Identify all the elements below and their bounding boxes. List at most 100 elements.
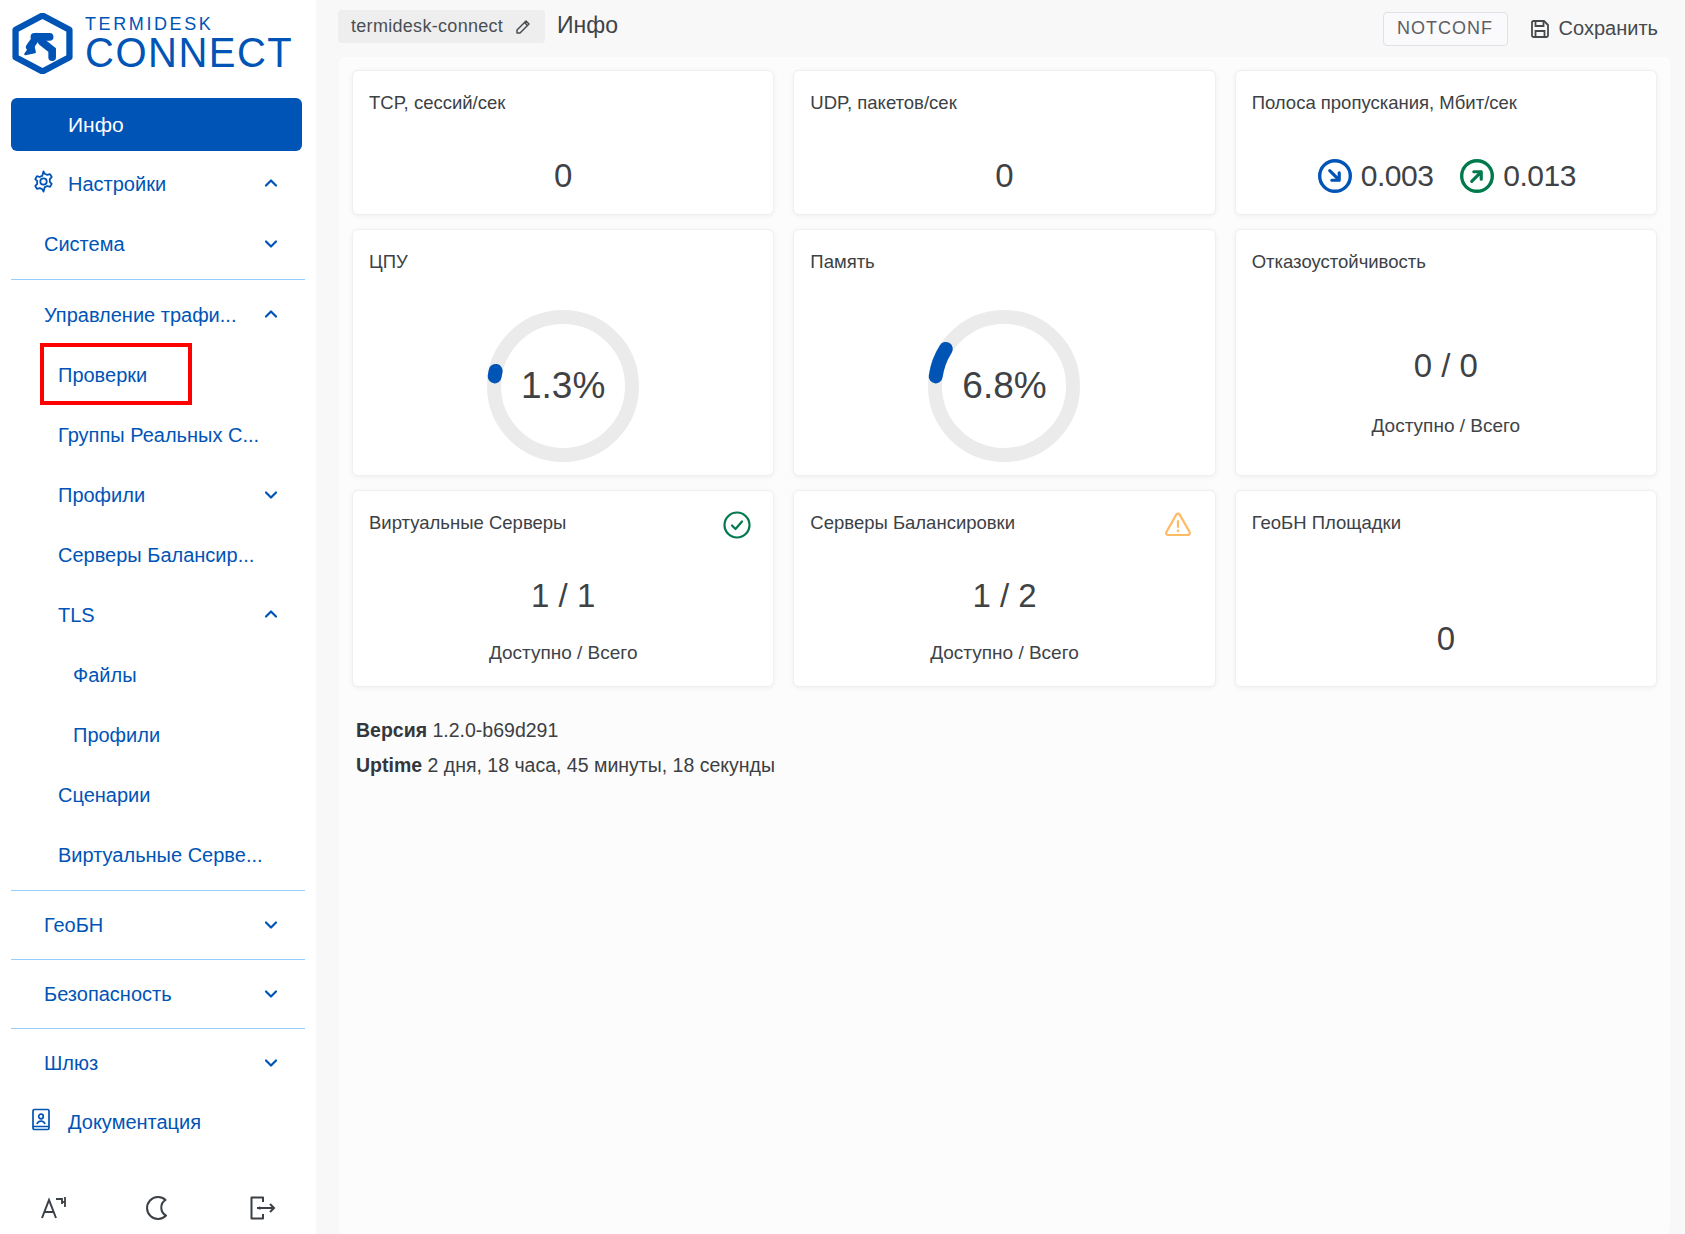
sidebar-item-documentation[interactable]: Документация [0,1092,316,1152]
sidebar-item-label: Группы Реальных С... [58,424,259,447]
save-floppy-icon [1529,18,1551,40]
sidebar-item-label: Профили [58,484,145,507]
bandwidth-out-value: 0.013 [1503,159,1576,193]
upload-arrow-icon [1458,157,1496,195]
sidebar-item-settings[interactable]: Настройки [0,154,316,214]
dashboard-panel: TCP, сессий/сек 0 UDP, пакетов/сек 0 Пол… [339,57,1670,1234]
card-balancing-servers-title: Серверы Балансировки [810,512,1015,534]
gear-icon [31,169,56,199]
book-icon [31,1108,51,1137]
card-geobn-sites: ГеоБН Площадки 0 [1235,490,1657,687]
uptime-value: 2 дня, 18 часа, 45 минуты, 18 секунды [428,754,775,776]
sidebar-divider [11,1028,305,1029]
sidebar-item-geobn[interactable]: ГеоБН [0,896,316,954]
sidebar-item-label: Управление трафи... [44,304,236,327]
chevron-down-icon[interactable] [263,484,279,507]
sidebar-item-gateway[interactable]: Шлюз [0,1034,316,1092]
warning-triangle-icon [1163,511,1193,539]
sidebar-item-label: Шлюз [44,1052,98,1075]
uptime-label: Uptime [356,754,422,776]
sidebar-item-balancing-servers[interactable]: Серверы Балансир... [0,525,316,585]
edit-pencil-icon[interactable] [514,18,532,36]
sidebar-item-scenarios[interactable]: Сценарии [0,765,316,825]
card-memory-title: Память [810,251,874,273]
card-bandwidth: Полоса пропускания, Мбит/сек 0.003 [1235,70,1657,215]
save-label: Сохранить [1559,17,1658,40]
instance-name: termidesk-connect [351,16,503,37]
sidebar-item-security[interactable]: Безопасность [0,965,316,1023]
sidebar-item-system[interactable]: Система [0,214,316,274]
instance-name-chip[interactable]: termidesk-connect [338,10,545,43]
download-arrow-icon [1316,157,1354,195]
brand-line2: CONNECT [85,35,293,70]
card-udp: UDP, пакетов/сек 0 [793,70,1215,215]
logout-icon[interactable] [243,1188,283,1228]
card-tcp: TCP, сессий/сек 0 [352,70,774,215]
card-cpu: ЦПУ 1.3% [352,229,774,476]
sidebar-item-tls-files[interactable]: Файлы [0,645,316,705]
sidebar-item-label: Документация [68,1111,201,1134]
sidebar-item-tls[interactable]: TLS [0,585,316,645]
brand-text: TERMIDESK CONNECT [85,14,293,68]
uptime-line: Uptime 2 дня, 18 часа, 45 минуты, 18 сек… [356,748,775,783]
sidebar-item-checks[interactable]: Проверки [0,345,316,405]
sidebar-item-label: Настройки [68,173,166,196]
chevron-up-icon[interactable] [263,304,279,327]
page-title: Инфо [557,12,618,39]
card-geobn-sites-value: 0 [1236,620,1656,658]
sidebar-item-label: Виртуальные Серве... [58,844,263,867]
sidebar-divider [11,890,305,891]
version-value: 1.2.0-b69d291 [432,719,558,741]
chevron-up-icon[interactable] [263,604,279,627]
chevron-down-icon[interactable] [263,1052,279,1075]
sidebar-nav: Настройки Система Управление трафи... Прове… [0,154,316,1152]
sidebar-item-label: Безопасность [44,983,172,1006]
sidebar-item-tls-profiles[interactable]: Профили [0,705,316,765]
card-failover-title: Отказоустойчивость [1252,251,1426,273]
sidebar-divider [11,279,305,280]
sidebar-item-label: Файлы [73,664,137,687]
card-tcp-title: TCP, сессий/сек [369,92,505,114]
main-area: termidesk-connect Инфо NOTCONF Сохранить… [316,0,1685,1234]
chevron-down-icon[interactable] [263,914,279,937]
sidebar-item-info[interactable]: Инфо [11,98,302,151]
sidebar-item-label: Система [44,233,125,256]
chevron-up-icon[interactable] [263,173,279,196]
language-icon[interactable] [33,1188,73,1228]
version-label: Версия [356,719,427,741]
sidebar-item-label: TLS [58,604,95,627]
save-button[interactable]: Сохранить [1529,17,1658,40]
card-geobn-sites-title: ГеоБН Площадки [1252,512,1401,534]
version-info: Версия 1.2.0-b69d291 Uptime 2 дня, 18 ча… [356,713,775,783]
sidebar-item-traffic-management[interactable]: Управление трафи... [0,285,316,345]
termidesk-logo-icon [12,13,73,74]
card-cpu-title: ЦПУ [369,251,408,273]
sidebar-divider [11,959,305,960]
card-udp-title: UDP, пакетов/сек [810,92,956,114]
chevron-down-icon[interactable] [263,983,279,1006]
card-tcp-value: 0 [353,157,773,195]
version-line: Версия 1.2.0-b69d291 [356,713,775,748]
card-failover-label: Доступно / Всего [1236,415,1656,437]
bandwidth-in-value: 0.003 [1361,159,1434,193]
sidebar-item-label: ГеоБН [44,914,103,937]
card-balancing-servers-value: 1 / 2 [794,577,1214,615]
cpu-gauge-value: 1.3% [483,365,643,407]
sidebar-item-label: Сценарии [58,784,150,807]
sidebar: TERMIDESK CONNECT Инфо Настройки Система У… [0,0,316,1234]
notconf-button[interactable]: NOTCONF [1383,12,1508,46]
sidebar-item-real-server-groups[interactable]: Группы Реальных С... [0,405,316,465]
sidebar-item-label: Проверки [58,364,147,387]
card-virtual-servers-label: Доступно / Всего [353,642,773,664]
sidebar-item-label: Серверы Балансир... [58,544,254,567]
card-bandwidth-title: Полоса пропускания, Мбит/сек [1252,92,1517,114]
ok-check-icon [723,511,751,539]
card-balancing-servers-label: Доступно / Всего [794,642,1214,664]
card-balancing-servers: Серверы Балансировки 1 / 2 Доступно / Вс… [793,490,1215,687]
sidebar-item-profiles[interactable]: Профили [0,465,316,525]
sidebar-item-virtual-servers[interactable]: Виртуальные Серве... [0,825,316,885]
dark-mode-icon[interactable] [138,1188,178,1228]
card-virtual-servers-title: Виртуальные Серверы [369,512,566,534]
sidebar-footer [0,1184,316,1232]
chevron-down-icon[interactable] [263,233,279,256]
